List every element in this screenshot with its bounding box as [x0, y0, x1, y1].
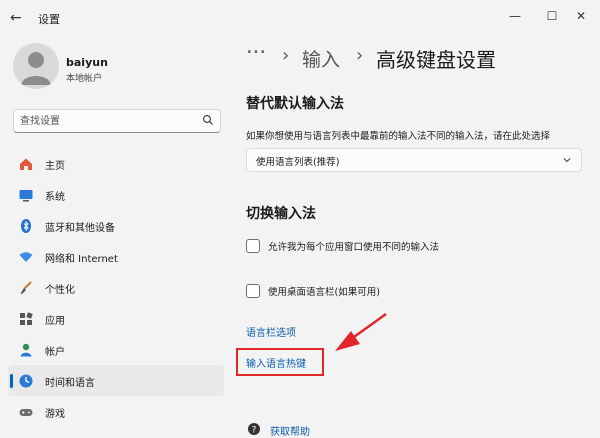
app-title: 设置 [38, 13, 60, 26]
title-bar: ← 设置 — ☐ ✕ [0, 0, 600, 36]
page-title: 高级键盘设置 [376, 48, 496, 72]
sidebar-item-home[interactable]: 主页 [8, 148, 224, 179]
sidebar-item-label: 蓝牙和其他设备 [45, 223, 115, 234]
section-title-switching: 切换输入法 [246, 206, 316, 222]
sidebar-item-label: 主页 [45, 161, 65, 172]
per-app-window-label: 允许我为每个应用窗口使用不同的输入法 [268, 242, 440, 253]
minimize-button[interactable]: — [500, 6, 530, 26]
breadcrumb-more-button[interactable]: ··· [246, 40, 266, 64]
override-description: 如果你想使用与语言列表中最靠前的输入法不同的输入法，请在此处选择 [246, 131, 551, 142]
brush-icon [20, 281, 32, 294]
search-box[interactable] [13, 109, 221, 133]
bluetooth-icon [21, 219, 31, 233]
sidebar-item-system[interactable]: 系统 [8, 179, 224, 210]
per-app-window-checkbox[interactable] [246, 239, 260, 253]
language-bar-options-link[interactable]: 语言栏选项 [246, 324, 296, 339]
time-language-icon [19, 374, 33, 388]
close-button[interactable]: ✕ [566, 6, 596, 26]
desktop-language-bar-checkbox[interactable] [246, 284, 260, 298]
annotation-highlight-box [236, 348, 324, 376]
sidebar-item-apps[interactable]: 应用 [8, 303, 224, 334]
home-icon [20, 158, 32, 170]
maximize-button[interactable]: ☐ [537, 6, 567, 26]
sidebar-item-network[interactable]: 网络和 Internet [8, 241, 224, 272]
system-icon [19, 190, 33, 202]
search-icon[interactable] [202, 114, 214, 126]
desktop-language-bar-label: 使用桌面语言栏(如果可用) [268, 287, 380, 298]
sidebar-item-label: 网络和 Internet [45, 254, 118, 265]
get-help-link[interactable]: 获取帮助 [270, 423, 310, 438]
input-method-dropdown[interactable]: 使用语言列表(推荐) [246, 148, 582, 172]
sidebar-item-label: 应用 [45, 316, 65, 327]
sidebar-item-accounts[interactable]: 帐户 [8, 334, 224, 365]
avatar[interactable] [13, 43, 59, 89]
sidebar-item-personalization[interactable]: 个性化 [8, 272, 224, 303]
dropdown-value: 使用语言列表(推荐) [256, 157, 340, 168]
network-icon [19, 252, 33, 262]
sidebar-item-bluetooth[interactable]: 蓝牙和其他设备 [8, 210, 224, 241]
sidebar-nav: 主页 系统 蓝牙和其他设备 网络和 Internet 个性化 应用 帐户 时间和… [8, 148, 224, 427]
chevron-down-icon [563, 158, 571, 163]
apps-icon [20, 312, 33, 325]
back-button[interactable]: ← [10, 10, 26, 26]
sidebar-item-label: 个性化 [45, 285, 75, 296]
svg-text:?: ? [252, 426, 257, 436]
user-name: baiyun [66, 56, 108, 69]
user-avatar-icon [21, 52, 51, 85]
section-title-override: 替代默认输入法 [246, 96, 344, 112]
gaming-icon [19, 409, 33, 416]
sidebar-item-time-language[interactable]: 时间和语言 [8, 365, 224, 396]
chevron-right-icon: › [356, 45, 364, 66]
sidebar-item-gaming[interactable]: 游戏 [8, 396, 224, 427]
breadcrumb-item-input[interactable]: 输入 [302, 45, 340, 72]
account-icon [20, 343, 32, 357]
sidebar-item-label: 时间和语言 [45, 378, 95, 389]
sidebar-item-label: 系统 [45, 192, 65, 203]
sidebar-item-label: 游戏 [45, 409, 65, 420]
chevron-right-icon: › [282, 45, 290, 66]
account-type: 本地帐户 [66, 74, 103, 84]
sidebar-item-label: 帐户 [45, 347, 65, 358]
search-input[interactable] [20, 114, 190, 128]
